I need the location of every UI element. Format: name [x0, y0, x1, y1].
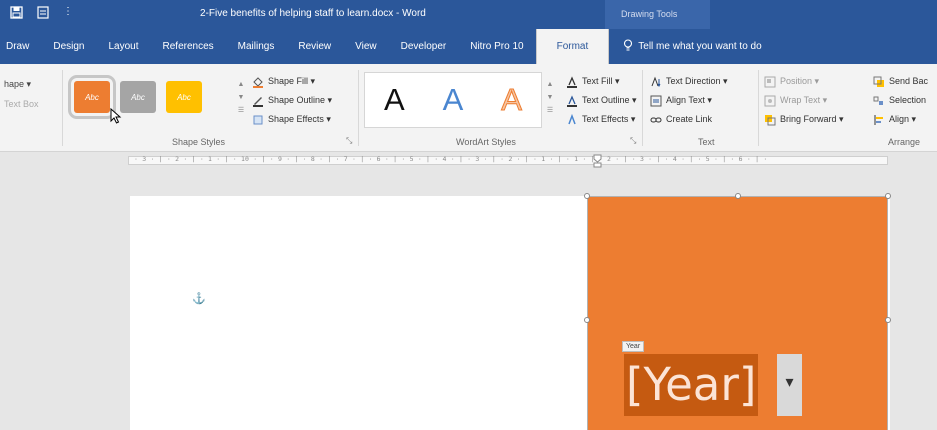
wordart-style-orange-outline[interactable]: A	[501, 82, 523, 118]
wordart-styles-launcher-icon[interactable]: ⤡	[630, 136, 636, 146]
pen-icon	[252, 95, 264, 107]
bring-forward-button[interactable]: Bring Forward ▾	[764, 110, 844, 129]
tab-design[interactable]: Design	[41, 41, 96, 52]
year-content-control-tag[interactable]: Year	[622, 341, 645, 352]
arrange-commands-2: Send Bac Selection Align ▾	[873, 72, 928, 129]
more-icon[interactable]: ☰	[236, 104, 246, 117]
resize-handle[interactable]	[735, 193, 741, 199]
send-backward-icon	[873, 76, 885, 88]
ribbon-tab-bar: Draw Design Layout References Mailings R…	[0, 29, 937, 64]
document-title: 2-Five benefits of helping staff to lear…	[200, 8, 426, 19]
indent-marker-icon[interactable]	[593, 154, 602, 168]
tab-developer[interactable]: Developer	[389, 41, 459, 52]
drawing-tools-context-tab: Drawing Tools	[605, 0, 710, 29]
tab-format[interactable]: Format	[535, 29, 610, 64]
text-effects-button[interactable]: Text Effects ▾	[566, 110, 637, 129]
scroll-up-icon[interactable]: ▲	[236, 78, 246, 91]
lightbulb-icon	[623, 39, 633, 54]
scroll-down-icon[interactable]: ▼	[236, 91, 246, 104]
text-fill-icon	[566, 75, 578, 88]
more-icon[interactable]: ☰	[545, 104, 555, 117]
shape-styles-scroll[interactable]: ▲ ▼ ☰	[236, 78, 246, 117]
position-button[interactable]: Position ▾	[764, 72, 844, 91]
text-outline-icon	[566, 94, 578, 107]
shape-styles-label: Shape Styles	[172, 137, 226, 147]
wordart-commands: Text Fill ▾ Text Outline ▾ Text Effects …	[566, 72, 637, 129]
tab-mailings[interactable]: Mailings	[226, 41, 287, 52]
position-icon	[764, 76, 776, 88]
group-separator	[358, 70, 359, 146]
touch-mode-icon[interactable]	[37, 6, 49, 22]
ribbon: hape ▾ Text Box Abc Abc Abc ▲ ▼ ☰ Shape …	[0, 64, 937, 152]
tab-review[interactable]: Review	[286, 41, 343, 52]
wrap-text-icon	[764, 95, 776, 107]
title-bar: ⋮ 2-Five benefits of helping staff to le…	[0, 0, 937, 29]
wordart-styles-scroll[interactable]: ▲ ▼ ☰	[545, 78, 555, 117]
resize-handle[interactable]	[885, 317, 891, 323]
shape-style-gray[interactable]: Abc	[120, 81, 156, 113]
shape-style-orange[interactable]: Abc	[68, 75, 116, 119]
paint-bucket-icon	[252, 76, 264, 88]
anchor-icon[interactable]: ⚓	[192, 292, 206, 305]
shape-commands: Shape Fill ▾ Shape Outline ▾ Shape Effec…	[252, 72, 332, 129]
wordart-styles-label: WordArt Styles	[456, 137, 516, 147]
shape-effects-icon	[252, 114, 264, 126]
tab-view[interactable]: View	[343, 41, 389, 52]
edit-shape-button[interactable]: hape ▾	[4, 74, 39, 94]
text-fill-button[interactable]: Text Fill ▾	[566, 72, 637, 91]
link-icon	[650, 114, 662, 126]
customize-qat-icon[interactable]: ⋮	[63, 6, 73, 22]
wordart-style-black[interactable]: A	[384, 82, 405, 118]
group-separator	[62, 70, 63, 146]
group-separator	[758, 70, 759, 146]
tell-me-box[interactable]: Tell me what you want to do	[609, 39, 762, 54]
year-content-control[interactable]: [Year]	[624, 354, 759, 416]
quick-access-toolbar: ⋮	[10, 6, 73, 22]
insert-shapes-group: hape ▾ Text Box	[4, 74, 39, 114]
align-text-button[interactable]: Align Text ▾	[650, 91, 728, 110]
text-box-button[interactable]: Text Box	[4, 94, 39, 114]
arrange-commands: Position ▾ Wrap Text ▾ Bring Forward ▾	[764, 72, 844, 129]
wordart-styles-gallery: A A A	[364, 72, 542, 128]
bring-forward-icon	[764, 114, 776, 126]
text-effects-icon	[566, 113, 578, 126]
scroll-down-icon[interactable]: ▼	[545, 91, 555, 104]
tab-references[interactable]: References	[151, 41, 226, 52]
align-text-icon	[650, 95, 662, 107]
tab-draw[interactable]: Draw	[0, 41, 41, 52]
arrange-group-label: Arrange	[888, 137, 921, 147]
tab-layout[interactable]: Layout	[96, 41, 150, 52]
align-icon	[873, 114, 885, 126]
resize-handle[interactable]	[885, 193, 891, 199]
scroll-up-icon[interactable]: ▲	[545, 78, 555, 91]
create-link-button[interactable]: Create Link	[650, 110, 728, 129]
text-commands: Text Direction ▾ Align Text ▾ Create Lin…	[650, 72, 728, 129]
text-group-label: Text	[698, 137, 715, 147]
send-backward-button[interactable]: Send Bac	[873, 72, 928, 91]
shape-fill-button[interactable]: Shape Fill ▾	[252, 72, 332, 91]
wordart-style-blue[interactable]: A	[443, 82, 464, 118]
text-direction-button[interactable]: Text Direction ▾	[650, 72, 728, 91]
shape-styles-launcher-icon[interactable]: ⤡	[346, 136, 352, 146]
text-direction-icon	[650, 76, 662, 88]
ruler-numbers: · 3 · | · 2 · | · 1 · | · 10 · | · 9 · |…	[134, 155, 768, 163]
tab-nitro-pro[interactable]: Nitro Pro 10	[458, 41, 535, 52]
align-button[interactable]: Align ▾	[873, 110, 928, 129]
mouse-cursor-icon	[110, 107, 122, 127]
selection-pane-button[interactable]: Selection	[873, 91, 928, 110]
group-separator	[642, 70, 643, 146]
save-icon[interactable]	[10, 6, 23, 22]
tell-me-text: Tell me what you want to do	[638, 41, 762, 52]
shape-style-gold[interactable]: Abc	[166, 81, 202, 113]
shape-styles-gallery: Abc Abc Abc	[66, 74, 234, 126]
text-outline-button[interactable]: Text Outline ▾	[566, 91, 637, 110]
selection-pane-icon	[873, 95, 885, 107]
shape-outline-button[interactable]: Shape Outline ▾	[252, 91, 332, 110]
resize-handle[interactable]	[584, 193, 590, 199]
year-dropdown-button[interactable]: ▾	[777, 354, 802, 416]
shape-effects-button[interactable]: Shape Effects ▾	[252, 110, 332, 129]
wrap-text-button[interactable]: Wrap Text ▾	[764, 91, 844, 110]
resize-handle[interactable]	[584, 317, 590, 323]
